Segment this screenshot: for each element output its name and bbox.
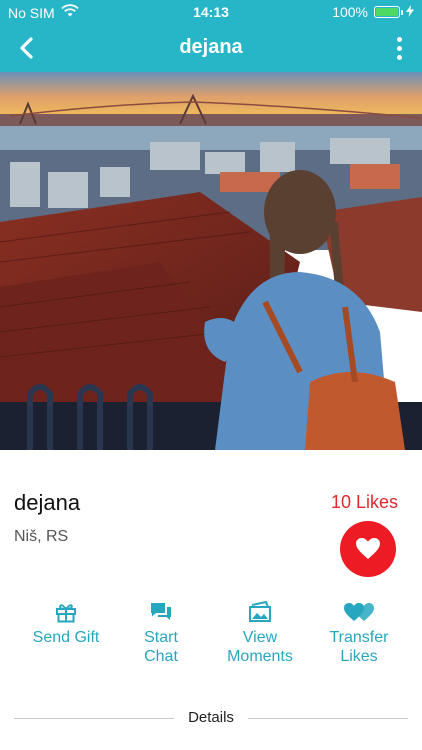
transfer-likes-button[interactable]: Transfer Likes [324,600,394,666]
top-bar: No SIM 14:13 100% dejana [0,0,422,72]
send-gift-button[interactable]: Send Gift [26,600,106,647]
action-bar: Send Gift Start Chat View Moments Transf… [0,600,422,670]
battery-percent: 100% [332,4,368,20]
navigation-bar: dejana [0,24,422,72]
heart-icon [356,538,380,559]
profile-location: Niš, RS [14,528,69,545]
more-vertical-icon [396,36,402,42]
view-moments-button[interactable]: View Moments [220,600,300,666]
like-button[interactable] [340,521,396,577]
transfer-likes-label-1: Transfer [329,629,389,646]
gift-icon [56,604,76,623]
view-moments-label-1: View [242,629,278,646]
send-gift-label: Send Gift [32,629,100,646]
details-section-header: Details [0,706,422,730]
divider-right [248,718,408,719]
start-chat-label-1: Start [144,629,178,646]
battery-icon [374,6,403,18]
hearts-icon [344,603,374,621]
chat-icon [151,603,171,620]
status-bar: No SIM 14:13 100% [0,0,422,24]
status-right: 100% [332,4,414,20]
more-options-button[interactable] [386,32,412,64]
photos-icon [249,601,271,622]
profile-name: dejana [14,490,81,515]
start-chat-button[interactable]: Start Chat [126,600,196,666]
page-title: dejana [179,36,243,58]
start-chat-label-2: Chat [144,648,178,665]
transfer-likes-label-2: Likes [340,648,378,665]
profile-photo[interactable] [0,72,422,450]
view-moments-label-2: Moments [227,648,293,665]
likes-count: 10 Likes [330,492,398,512]
charging-icon [406,4,414,20]
